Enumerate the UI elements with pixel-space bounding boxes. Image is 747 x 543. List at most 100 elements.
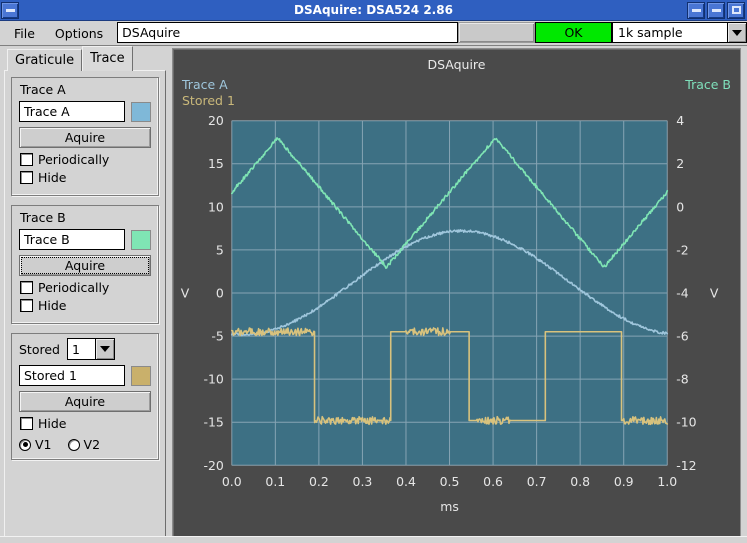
stored-color-swatch[interactable] xyxy=(131,365,151,386)
svg-text:0.5: 0.5 xyxy=(440,474,460,489)
svg-text:0: 0 xyxy=(676,199,684,214)
trace-a-title: Trace A xyxy=(20,82,66,97)
svg-text:-12: -12 xyxy=(676,458,696,473)
stored-index-value: 1 xyxy=(71,341,80,357)
svg-text:15: 15 xyxy=(208,156,224,171)
svg-text:20: 20 xyxy=(208,113,224,128)
trace-b-acquire-button[interactable]: Aquire xyxy=(19,255,151,276)
svg-text:0.4: 0.4 xyxy=(396,474,416,489)
svg-text:-5: -5 xyxy=(211,329,223,344)
svg-text:0.1: 0.1 xyxy=(265,474,285,489)
svg-text:0: 0 xyxy=(216,285,224,300)
radio-v1-label: V1 xyxy=(35,437,52,452)
window-title: DSAquire: DSA524 2.86 xyxy=(294,3,453,17)
svg-text:0.2: 0.2 xyxy=(309,474,329,489)
tab-graticule[interactable]: Graticule xyxy=(7,49,83,71)
menu-file[interactable]: File xyxy=(11,25,38,42)
svg-text:5: 5 xyxy=(216,242,224,257)
trace-a-name-input[interactable]: Trace A xyxy=(19,101,125,122)
minimize-button[interactable] xyxy=(687,1,705,19)
secondary-blank-field[interactable] xyxy=(458,22,535,43)
tab-trace[interactable]: Trace xyxy=(82,46,133,71)
menu-bar: File Options xyxy=(0,21,118,45)
trace-b-title: Trace B xyxy=(20,210,66,225)
stored-acquire-button[interactable]: Aquire xyxy=(19,391,151,412)
sample-size-value: 1k sample xyxy=(618,25,683,40)
acquisition-name-input[interactable]: DSAquire xyxy=(117,22,458,43)
minimize-icon xyxy=(691,8,701,12)
radio-v1[interactable] xyxy=(19,438,31,451)
stored-name-row: Stored 1 xyxy=(19,365,151,386)
trace-a-periodically-label: Periodically xyxy=(38,152,110,167)
trace-a-hide-label: Hide xyxy=(38,170,67,185)
svg-text:0.3: 0.3 xyxy=(353,474,373,489)
svg-text:-20: -20 xyxy=(203,458,223,473)
sample-size-combo[interactable]: 1k sample xyxy=(612,22,747,43)
svg-text:-15: -15 xyxy=(203,415,223,430)
title-bar-right-buttons xyxy=(686,1,747,20)
trace-b-name-input[interactable]: Trace B xyxy=(19,229,125,250)
chart-svg: 20151050-5-10-15-20420-2-4-6-8-10-120.0 0… xyxy=(181,113,719,514)
right-panel: DSAquire Trace A Stored 1 Trace B 20 15 10… xyxy=(170,46,747,543)
svg-text:1.0: 1.0 xyxy=(657,474,677,489)
stored-voltage-radio-group: V1 V2 xyxy=(19,437,151,452)
trace-a-acquire-button[interactable]: Aquire xyxy=(19,127,151,148)
trace-b-color-swatch[interactable] xyxy=(131,229,151,250)
application-window: DSAquire: DSA524 2.86 File Options DSAqu… xyxy=(0,0,747,543)
svg-text:0.7: 0.7 xyxy=(527,474,547,489)
stored-group: Stored 1 Stored 1 Aquire Hide V1 V2 xyxy=(11,333,159,460)
trace-a-hide-checkbox[interactable]: Hide xyxy=(20,170,151,185)
trace-b-periodically-label: Periodically xyxy=(38,280,110,295)
svg-text:ms: ms xyxy=(440,499,459,514)
window-menu-button[interactable] xyxy=(1,1,19,19)
trace-b-hide-label: Hide xyxy=(38,298,67,313)
tab-bar: Graticule Trace xyxy=(4,46,166,71)
title-bar: DSAquire: DSA524 2.86 xyxy=(0,0,747,21)
trace-b-name-row: Trace B xyxy=(19,229,151,250)
checkbox-icon xyxy=(20,417,33,430)
svg-text:2: 2 xyxy=(676,156,684,171)
stored-name-input[interactable]: Stored 1 xyxy=(19,365,125,386)
title-bar-spacer xyxy=(20,1,42,20)
trace-a-name-row: Trace A xyxy=(19,101,151,122)
trace-b-hide-checkbox[interactable]: Hide xyxy=(20,298,151,313)
restore-icon xyxy=(711,8,721,12)
checkbox-icon xyxy=(20,281,33,294)
toolbar: File Options DSAquire OK 1k sample xyxy=(0,21,747,46)
svg-text:-10: -10 xyxy=(203,372,223,387)
stored-select-row: Stored 1 xyxy=(19,338,151,360)
maximize-icon xyxy=(731,6,741,14)
trace-a-group: Trace A Trace A Aquire Periodically Hide xyxy=(11,77,159,196)
svg-text:0.0: 0.0 xyxy=(222,474,242,489)
maximize-button[interactable] xyxy=(727,1,745,19)
chevron-down-icon[interactable] xyxy=(727,23,746,42)
radio-v2[interactable] xyxy=(67,438,80,451)
restore-button[interactable] xyxy=(707,1,725,19)
trace-a-color-swatch[interactable] xyxy=(131,101,151,122)
checkbox-icon xyxy=(20,171,33,184)
svg-text:V: V xyxy=(710,285,719,300)
menu-options[interactable]: Options xyxy=(52,25,106,42)
title-bar-left-buttons xyxy=(0,1,42,20)
svg-text:0.6: 0.6 xyxy=(483,474,503,489)
trace-a-periodically-checkbox[interactable]: Periodically xyxy=(20,152,151,167)
status-ok-button[interactable]: OK xyxy=(535,22,612,43)
trace-tab-panel: Trace A Trace A Aquire Periodically Hide xyxy=(4,70,166,540)
svg-text:0.8: 0.8 xyxy=(570,474,590,489)
svg-text:-10: -10 xyxy=(676,415,696,430)
oscilloscope-plot[interactable]: DSAquire Trace A Stored 1 Trace B 20 15 10… xyxy=(172,48,741,538)
main-content: Graticule Trace Trace A Trace A Aquire P… xyxy=(0,46,747,543)
stored-label: Stored xyxy=(19,341,60,357)
window-menu-icon xyxy=(5,8,15,12)
svg-text:-4: -4 xyxy=(676,285,688,300)
svg-text:V: V xyxy=(181,285,190,300)
checkbox-icon xyxy=(20,299,33,312)
svg-text:4: 4 xyxy=(676,113,684,128)
chevron-down-icon[interactable] xyxy=(94,339,114,359)
svg-text:-2: -2 xyxy=(676,242,688,257)
stored-index-combo[interactable]: 1 xyxy=(66,338,115,360)
trace-b-periodically-checkbox[interactable]: Periodically xyxy=(20,280,151,295)
svg-text:10: 10 xyxy=(208,199,224,214)
trace-b-group: Trace B Trace B Aquire Periodically Hide xyxy=(11,205,159,324)
stored-hide-checkbox[interactable]: Hide xyxy=(20,416,151,431)
